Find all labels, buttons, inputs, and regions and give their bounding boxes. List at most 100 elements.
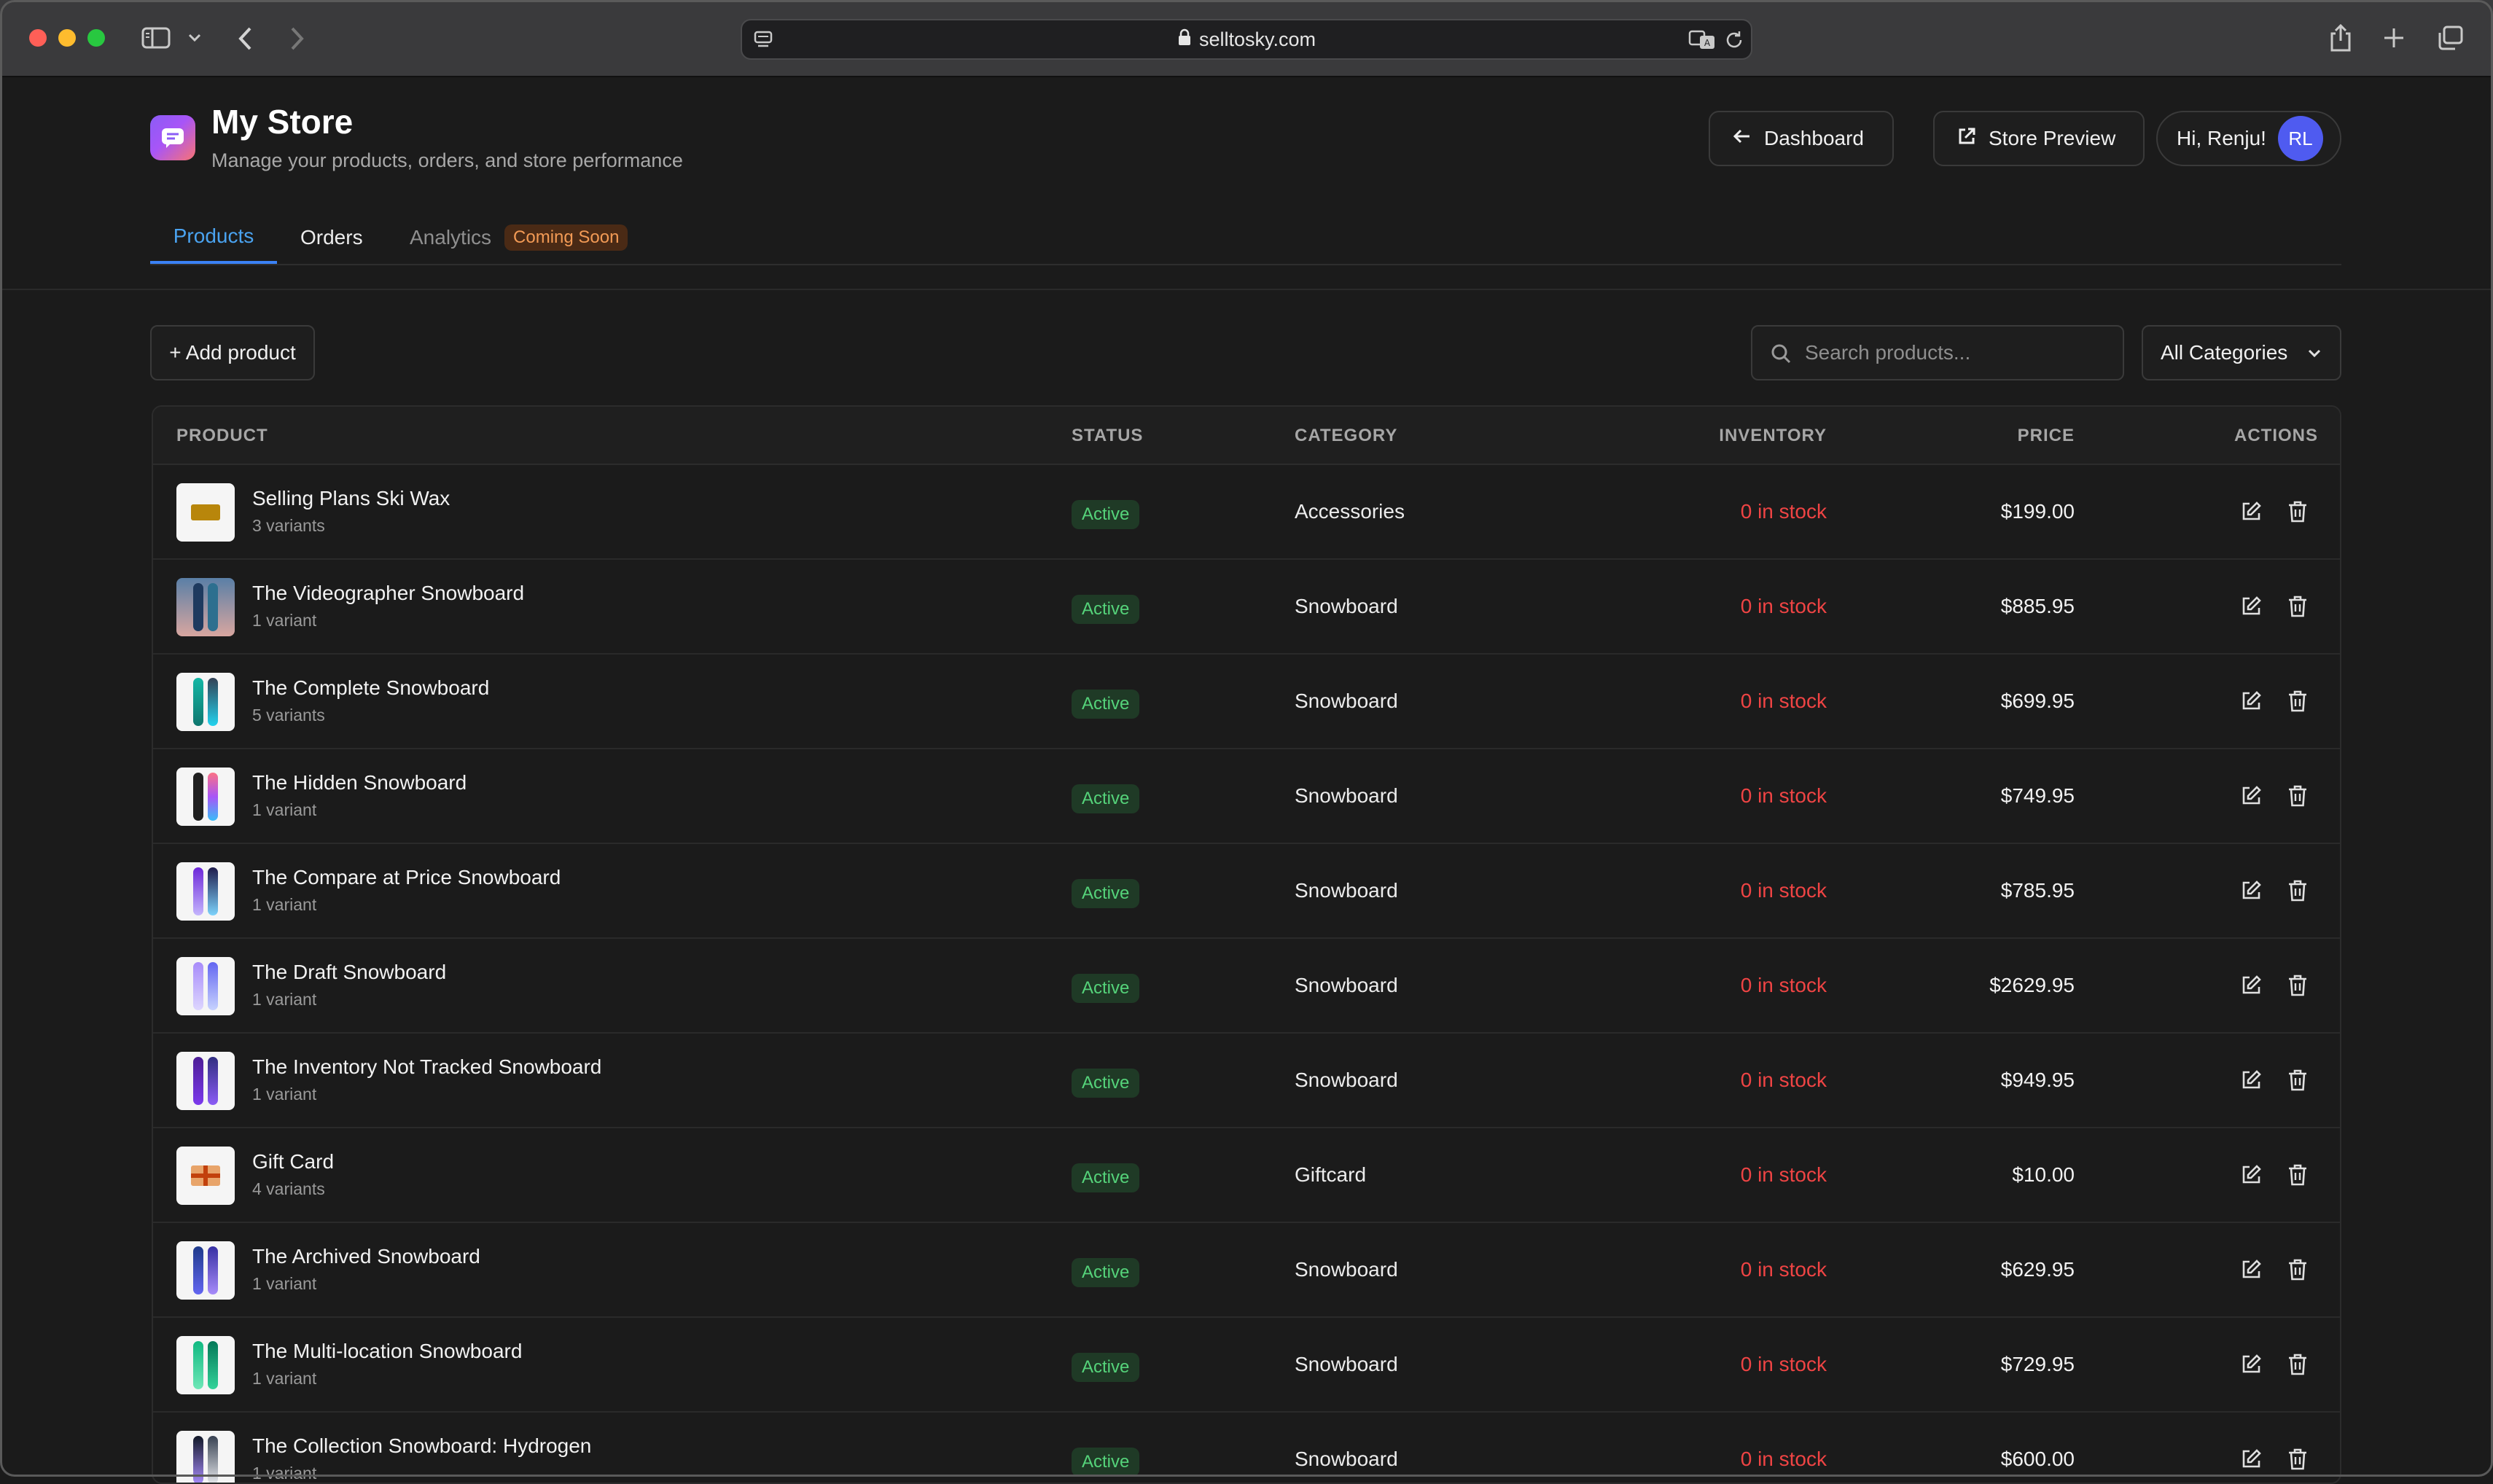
product-name[interactable]: The Hidden Snowboard: [252, 771, 467, 794]
product-name[interactable]: The Compare at Price Snowboard: [252, 866, 561, 889]
product-inventory: 0 in stock: [1740, 879, 1827, 902]
product-inventory: 0 in stock: [1740, 784, 1827, 807]
status-badge: Active: [1072, 784, 1140, 813]
chevron-down-icon: [2306, 341, 2322, 364]
product-category: Snowboard: [1295, 595, 1398, 617]
share-icon[interactable]: [2328, 23, 2353, 52]
table-row[interactable]: Gift Card 4 variants Active Giftcard 0 i…: [153, 1128, 2340, 1223]
table-row[interactable]: The Hidden Snowboard 1 variant Active Sn…: [153, 749, 2340, 844]
tab-products[interactable]: Products: [150, 211, 277, 264]
product-category: Snowboard: [1295, 1448, 1398, 1470]
product-category: Snowboard: [1295, 1353, 1398, 1375]
trash-icon[interactable]: [2282, 875, 2314, 907]
table-row[interactable]: The Draft Snowboard 1 variant Active Sno…: [153, 939, 2340, 1034]
tab-analytics[interactable]: Analytics Coming Soon: [410, 211, 628, 264]
product-name[interactable]: The Multi-location Snowboard: [252, 1340, 522, 1363]
trash-icon[interactable]: [2282, 1254, 2314, 1286]
minimize-window-button[interactable]: [58, 29, 76, 47]
avatar[interactable]: RL: [2277, 116, 2323, 161]
store-logo: [150, 115, 195, 160]
trash-icon[interactable]: [2282, 1443, 2314, 1475]
table-row[interactable]: The Inventory Not Tracked Snowboard 1 va…: [153, 1034, 2340, 1128]
chevron-down-icon[interactable]: [187, 31, 203, 44]
product-thumbnail: [176, 1147, 235, 1205]
product-inventory: 0 in stock: [1740, 690, 1827, 712]
product-name[interactable]: The Inventory Not Tracked Snowboard: [252, 1055, 601, 1079]
svg-text:A: A: [1704, 38, 1711, 48]
product-name[interactable]: The Archived Snowboard: [252, 1245, 480, 1268]
forward-nav-icon[interactable]: [287, 25, 306, 52]
product-name[interactable]: Selling Plans Ski Wax: [252, 487, 450, 510]
product-category: Snowboard: [1295, 1069, 1398, 1091]
reload-icon[interactable]: [1723, 29, 1745, 51]
maximize-window-button[interactable]: [87, 29, 105, 47]
product-price: $785.95: [2000, 879, 2075, 902]
edit-icon[interactable]: [2235, 875, 2267, 907]
product-inventory: 0 in stock: [1740, 974, 1827, 996]
product-price: $885.95: [2000, 595, 2075, 617]
product-price: $629.95: [2000, 1258, 2075, 1281]
close-window-button[interactable]: [29, 29, 47, 47]
product-inventory: 0 in stock: [1740, 595, 1827, 617]
edit-icon[interactable]: [2235, 496, 2267, 528]
search-box[interactable]: [1751, 325, 2124, 380]
status-badge: Active: [1072, 690, 1140, 719]
trash-icon[interactable]: [2282, 685, 2314, 717]
trash-icon[interactable]: [2282, 1348, 2314, 1380]
edit-icon[interactable]: [2235, 1159, 2267, 1191]
search-input[interactable]: [1803, 334, 2110, 372]
new-tab-icon[interactable]: [2382, 26, 2406, 50]
dashboard-button[interactable]: Dashboard: [1709, 111, 1894, 166]
edit-icon[interactable]: [2235, 1348, 2267, 1380]
edit-icon[interactable]: [2235, 1443, 2267, 1475]
status-badge: Active: [1072, 879, 1140, 908]
product-category: Snowboard: [1295, 690, 1398, 712]
edit-icon[interactable]: [2235, 685, 2267, 717]
product-name[interactable]: The Videographer Snowboard: [252, 582, 524, 605]
table-row[interactable]: The Compare at Price Snowboard 1 variant…: [153, 844, 2340, 939]
trash-icon[interactable]: [2282, 496, 2314, 528]
table-row[interactable]: The Multi-location Snowboard 1 variant A…: [153, 1318, 2340, 1413]
product-name[interactable]: The Complete Snowboard: [252, 676, 489, 700]
status-badge: Active: [1072, 974, 1140, 1003]
edit-icon[interactable]: [2235, 1254, 2267, 1286]
trash-icon[interactable]: [2282, 590, 2314, 622]
edit-icon[interactable]: [2235, 1064, 2267, 1096]
url-bar[interactable]: selltosky.com A: [741, 19, 1752, 60]
product-category: Accessories: [1295, 500, 1405, 523]
edit-icon[interactable]: [2235, 969, 2267, 1001]
trash-icon[interactable]: [2282, 1159, 2314, 1191]
search-icon: [1770, 343, 1792, 368]
translate-icon[interactable]: A: [1688, 29, 1717, 51]
product-thumbnail: [176, 1052, 235, 1110]
edit-icon[interactable]: [2235, 780, 2267, 812]
table-row[interactable]: The Collection Snowboard: Hydrogen 1 var…: [153, 1413, 2340, 1483]
user-menu-button[interactable]: Hi, Renju! RL: [2156, 111, 2341, 166]
sidebar-toggle-icon[interactable]: [141, 26, 171, 50]
product-name[interactable]: The Draft Snowboard: [252, 961, 446, 984]
table-row[interactable]: The Archived Snowboard 1 variant Active …: [153, 1223, 2340, 1318]
table-row[interactable]: The Complete Snowboard 5 variants Active…: [153, 655, 2340, 749]
trash-icon[interactable]: [2282, 1064, 2314, 1096]
product-category: Giftcard: [1295, 1163, 1367, 1186]
browser-toolbar: selltosky.com A: [0, 0, 2493, 77]
product-price: $2629.95: [1989, 974, 2075, 996]
table-row[interactable]: The Videographer Snowboard 1 variant Act…: [153, 560, 2340, 655]
add-product-button[interactable]: + Add product: [150, 325, 315, 380]
product-name[interactable]: Gift Card: [252, 1150, 334, 1173]
tab-orders[interactable]: Orders: [300, 211, 363, 264]
header-price: PRICE: [2017, 426, 2075, 445]
trash-icon[interactable]: [2282, 780, 2314, 812]
trash-icon[interactable]: [2282, 969, 2314, 1001]
table-row[interactable]: Selling Plans Ski Wax 3 variants Active …: [153, 465, 2340, 560]
product-thumbnail: [176, 1336, 235, 1394]
url-text: selltosky.com: [1198, 28, 1316, 50]
status-badge: Active: [1072, 500, 1140, 529]
category-select[interactable]: All Categories: [2142, 325, 2341, 380]
back-nav-icon[interactable]: [236, 25, 255, 52]
product-price: $10.00: [2012, 1163, 2075, 1186]
store-preview-button[interactable]: Store Preview: [1933, 111, 2145, 166]
product-name[interactable]: The Collection Snowboard: Hydrogen: [252, 1434, 591, 1458]
edit-icon[interactable]: [2235, 590, 2267, 622]
tab-overview-icon[interactable]: [2438, 25, 2464, 51]
